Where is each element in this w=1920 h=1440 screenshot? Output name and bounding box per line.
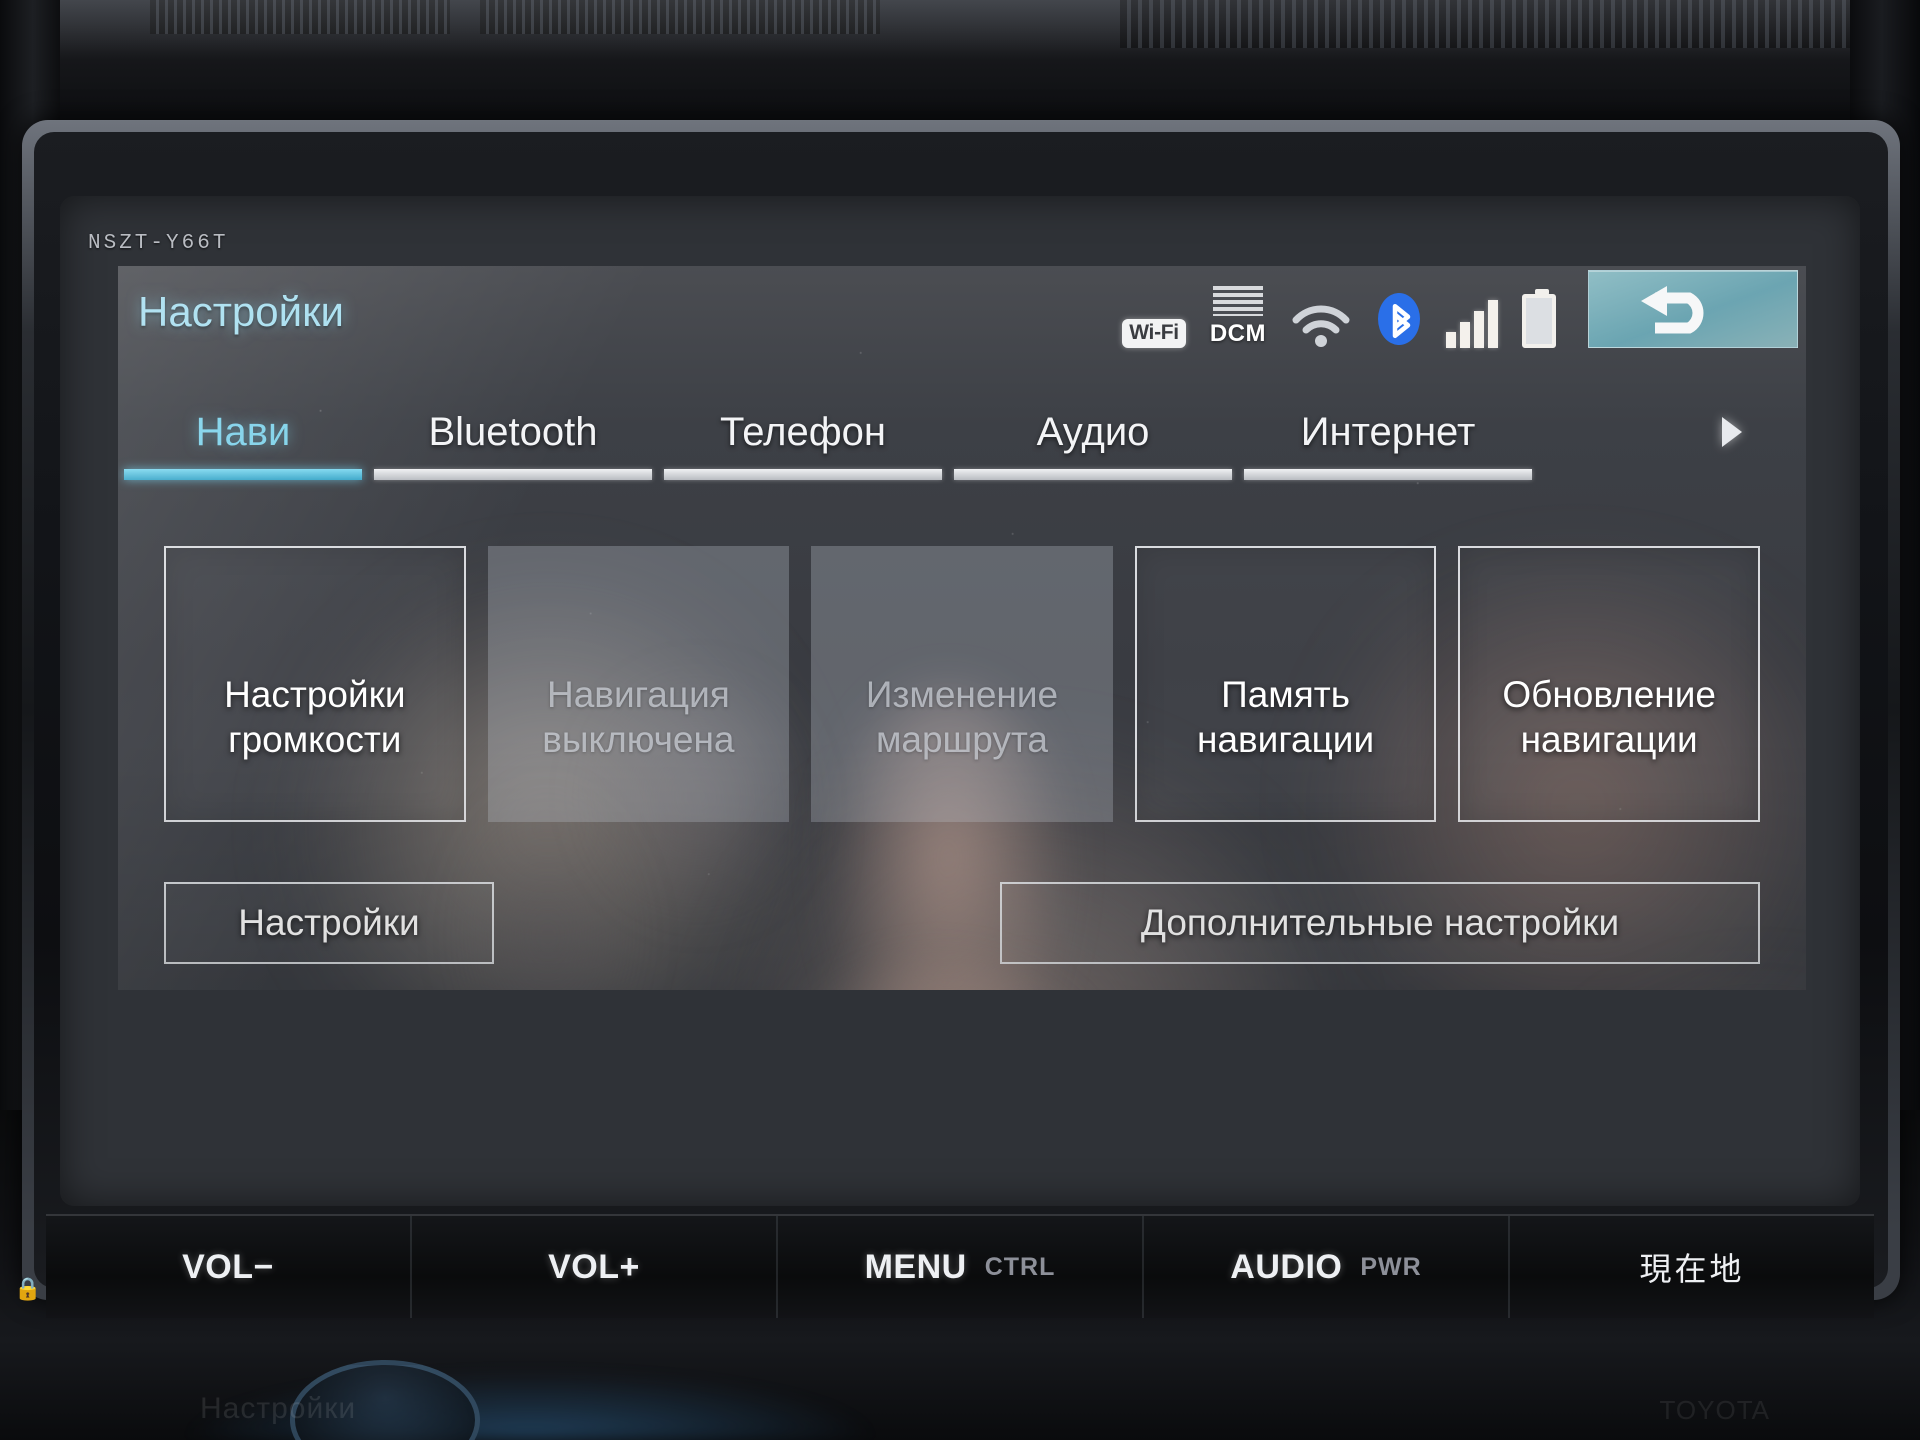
- tab-audio[interactable]: Аудио: [948, 384, 1238, 480]
- wifi-badge-text: Wi-Fi: [1122, 319, 1186, 348]
- tile-navigation-memory[interactable]: Память навигации: [1134, 546, 1437, 822]
- tile-navigation-update-line1: Обновление: [1502, 673, 1716, 715]
- tile-volume-settings[interactable]: Настройки громкости: [164, 546, 466, 822]
- air-vent-left: [150, 0, 450, 34]
- tab-bluetooth-underline: [374, 469, 652, 480]
- hw-key-menu-label: MENU: [864, 1247, 967, 1286]
- settings-button[interactable]: Настройки: [164, 882, 494, 964]
- tab-internet[interactable]: Интернет: [1238, 384, 1538, 480]
- hw-key-volume-up-label: VOL: [548, 1247, 620, 1286]
- hw-key-current-location[interactable]: 現在地: [1510, 1216, 1874, 1318]
- u-turn-back-arrow-icon: [1641, 286, 1704, 334]
- dcm-signal-lines: [1212, 286, 1263, 316]
- hw-key-audio[interactable]: AUDIO PWR: [1144, 1216, 1510, 1318]
- tile-volume-settings-line2: громкости: [228, 718, 402, 760]
- lock-icon: 🔒: [14, 1276, 42, 1301]
- ui-layer: Настройки Wi-Fi DCM Нави Bluetooth Телеф…: [118, 266, 1806, 990]
- tile-navigation-off-line2: выключена: [542, 718, 735, 760]
- tabs-next-button[interactable]: [1658, 384, 1806, 480]
- status-bar: Wi-Fi DCM: [1122, 274, 1556, 348]
- bottom-button-bar: Настройки Дополнительные настройки: [164, 882, 1760, 964]
- hw-key-volume-down-sign: −: [253, 1247, 274, 1286]
- wifi-signal-icon: [1290, 298, 1352, 348]
- tile-navigation-update-line2: навигации: [1520, 718, 1698, 760]
- tab-internet-label: Интернет: [1300, 409, 1476, 454]
- tile-route-change-line1: Изменение: [865, 673, 1059, 715]
- tab-bluetooth-label: Bluetooth: [428, 409, 598, 454]
- tab-audio-underline: [954, 469, 1232, 480]
- hw-key-volume-down-label: VOL: [182, 1247, 254, 1286]
- cellular-signal-icon: [1446, 300, 1498, 348]
- hardware-key-strip: VOL− VOL+ MENU CTRL AUDIO PWR 現在地: [46, 1214, 1874, 1318]
- bluetooth-icon: [1376, 290, 1422, 348]
- tab-navi-underline: [124, 469, 362, 480]
- hw-key-audio-label: AUDIO: [1230, 1247, 1343, 1286]
- hw-key-volume-up[interactable]: VOL+: [412, 1216, 778, 1318]
- screen-engraving-right: TOYOTA: [1659, 1395, 1770, 1425]
- air-vent-right: [1120, 0, 1910, 48]
- hw-key-volume-down[interactable]: VOL−: [46, 1216, 412, 1318]
- photo-stage: NSZT-Y66T Настройки Wi-Fi DCM Нави Bluet…: [0, 0, 1920, 1440]
- hw-key-current-location-label: 現在地: [1639, 1251, 1745, 1287]
- settings-tile-grid: Настройки громкости Навигация выключена …: [164, 546, 1760, 822]
- tile-navigation-memory-line2: навигации: [1197, 718, 1375, 760]
- hw-key-menu[interactable]: MENU CTRL: [778, 1216, 1144, 1318]
- back-button[interactable]: [1588, 270, 1798, 348]
- tile-navigation-memory-line1: Память: [1221, 673, 1351, 715]
- model-number-label: NSZT-Y66T: [88, 232, 229, 255]
- tile-navigation-update[interactable]: Обновление навигации: [1458, 546, 1760, 822]
- hw-key-volume-up-sign: +: [619, 1247, 640, 1286]
- tile-route-change-line2: маршрута: [875, 718, 1048, 760]
- air-vent-center: [480, 0, 880, 34]
- page-title: Настройки: [138, 288, 344, 335]
- screen-engraving-left: Настройки: [200, 1392, 357, 1425]
- settings-button-label: Настройки: [238, 902, 420, 943]
- tab-navi-label: Нави: [195, 409, 291, 454]
- tile-navigation-off-line1: Навигация: [547, 673, 730, 715]
- chevron-right-icon: [1722, 417, 1742, 447]
- tab-telefon-underline: [664, 469, 942, 480]
- tab-internet-underline: [1244, 469, 1532, 480]
- settings-tab-bar: Нави Bluetooth Телефон Аудио Интернет: [118, 384, 1806, 480]
- wifi-label-badge-icon: Wi-Fi: [1122, 319, 1186, 348]
- tile-volume-settings-line1: Настройки: [224, 673, 406, 715]
- hw-key-audio-sublabel: PWR: [1360, 1252, 1422, 1281]
- dcm-label: DCM: [1209, 320, 1266, 347]
- tab-navi[interactable]: Нави: [118, 384, 368, 480]
- tab-telefon-label: Телефон: [720, 409, 886, 454]
- tile-navigation-off: Навигация выключена: [487, 546, 790, 822]
- battery-icon: [1522, 289, 1556, 348]
- tile-route-change: Изменение маршрута: [811, 546, 1113, 822]
- additional-settings-button[interactable]: Дополнительные настройки: [1000, 882, 1760, 964]
- additional-settings-button-label: Дополнительные настройки: [1140, 902, 1620, 943]
- lcd-display: Настройки Wi-Fi DCM Нави Bluetooth Телеф…: [118, 266, 1806, 990]
- dcm-icon: DCM: [1210, 286, 1266, 348]
- tab-audio-label: Аудио: [1036, 409, 1150, 454]
- tab-telefon[interactable]: Телефон: [658, 384, 948, 480]
- tab-bluetooth[interactable]: Bluetooth: [368, 384, 658, 480]
- hw-key-menu-sublabel: CTRL: [984, 1252, 1056, 1281]
